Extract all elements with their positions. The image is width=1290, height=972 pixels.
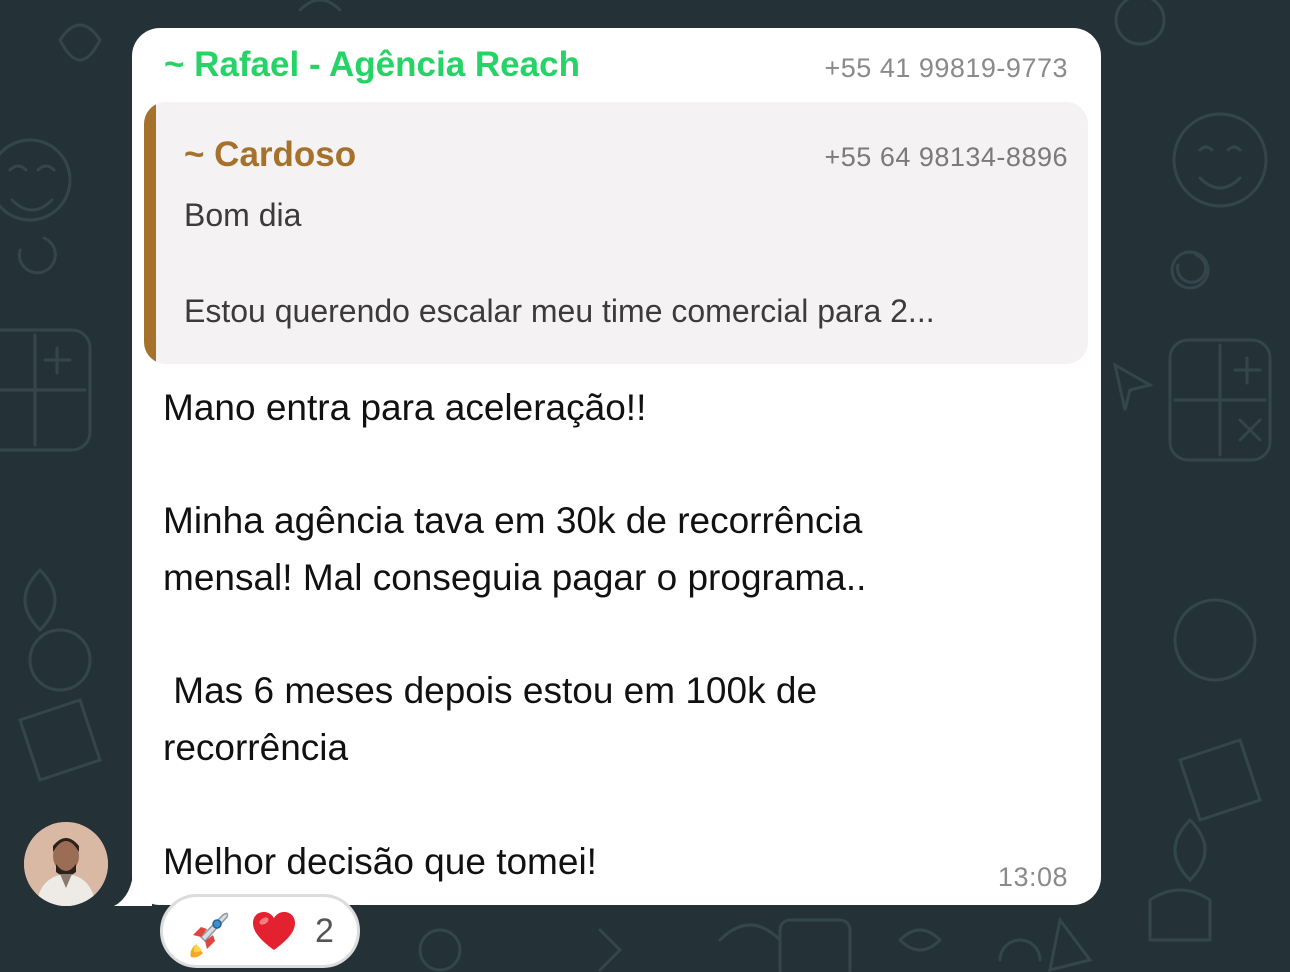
quote-accent-bar [144, 102, 156, 364]
message-text-line: Mas 6 meses depois estou em 100k de [163, 670, 818, 711]
quoted-sender-phone: +55 64 98134-8896 [824, 142, 1068, 172]
rocket-icon [190, 912, 229, 958]
heart-icon [253, 912, 295, 950]
reaction-count: 2 [315, 912, 334, 950]
quoted-sender-name: ~ Cardoso [184, 135, 357, 174]
message-text-line: Mano entra para aceleração!! [163, 387, 647, 428]
quoted-message[interactable]: ~ Cardoso +55 64 98134-8896 Bom dia Esto… [144, 102, 1088, 364]
message-text-line: Melhor decisão que tomei! [163, 841, 597, 882]
sender-name[interactable]: ~ Rafael - Agência Reach [164, 44, 580, 86]
sender-phone: +55 41 99819-9773 [824, 53, 1068, 83]
message-text-line: mensal! Mal conseguia pagar o programa.. [163, 557, 867, 598]
message-text-line: Minha agência tava em 30k de recorrência [163, 500, 863, 541]
avatar-photo [24, 822, 108, 906]
quoted-text-line: Estou querendo escalar meu time comercia… [184, 293, 935, 329]
sender-avatar[interactable] [24, 822, 108, 906]
quoted-text-line: Bom dia [184, 197, 302, 233]
message-text-line: recorrência [163, 727, 349, 768]
message-timestamp: 13:08 [997, 862, 1068, 892]
reactions-pill[interactable]: 2 [160, 894, 360, 968]
